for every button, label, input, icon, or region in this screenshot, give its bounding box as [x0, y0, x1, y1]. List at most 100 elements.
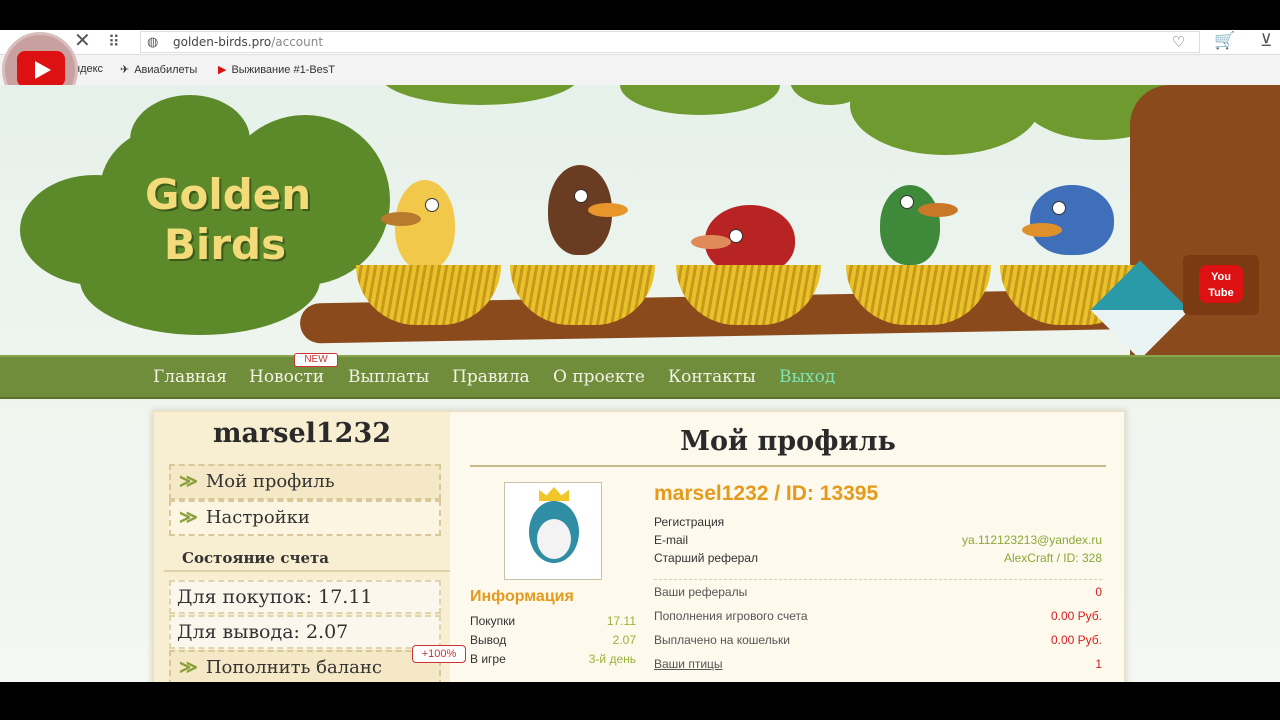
- tree-canopy: [380, 85, 580, 105]
- globe-icon: ◍: [147, 34, 159, 49]
- bookmark-avia[interactable]: ✈ Авиабилеты: [120, 63, 197, 76]
- topup-button[interactable]: ≫ Пополнить баланс: [169, 650, 441, 682]
- page-title: Мой профиль: [680, 426, 896, 457]
- email-row: E-mail ya.112123213@yandex.ru: [654, 533, 1102, 551]
- birds-row: Ваши птицы 1: [654, 657, 1102, 675]
- url-text: golden-birds.pro/account: [173, 35, 323, 49]
- green-bird: [880, 185, 958, 265]
- referrals-row: Ваши рефералы 0: [654, 585, 1102, 603]
- info-value: 3-й день: [588, 652, 636, 666]
- referrer-row: Старший реферал AlexCraft / ID: 328: [654, 551, 1102, 569]
- info-row-ingame: В игре 3-й день: [470, 652, 636, 670]
- brown-bird: [548, 165, 628, 255]
- info-row-withdraw: Вывод 2.07: [470, 633, 636, 651]
- bookmark-survival[interactable]: ▶ Выживание #1-BesT: [218, 63, 335, 76]
- youtube-label-1: You: [1211, 271, 1231, 283]
- your-birds-link[interactable]: Ваши птицы: [654, 657, 723, 671]
- bird-eye: [729, 229, 743, 243]
- kv-label: E-mail: [654, 533, 689, 547]
- account-status-title: Состояние счета: [182, 549, 329, 567]
- info-label: В игре: [470, 652, 506, 666]
- double-chevron-icon: ≫: [179, 471, 198, 492]
- info-label: Покупки: [470, 614, 516, 628]
- url-path: /account: [271, 35, 324, 49]
- bookmark-label: Выживание #1-BesT: [231, 64, 336, 76]
- menu-rules[interactable]: Правила: [452, 367, 530, 387]
- menu-logout[interactable]: Выход: [779, 367, 835, 387]
- sidebar-item-label: Мой профиль: [205, 471, 335, 492]
- bird-beak: [1022, 223, 1062, 237]
- airplane-icon: ✈: [120, 64, 130, 76]
- bookmark-label: Авиабилеты: [134, 64, 198, 76]
- kv-label: Старший реферал: [654, 551, 758, 565]
- site-logo[interactable]: Golden Birds: [145, 170, 312, 270]
- info-label: Вывод: [470, 633, 507, 647]
- bird-beak: [381, 212, 421, 226]
- new-badge: NEW: [294, 353, 338, 367]
- topup-label: Пополнить баланс: [205, 657, 382, 678]
- profile-main: Мой профиль Информация Покупки 17.11 Выво…: [450, 412, 1126, 682]
- balance-purchases: Для покупок: 17.11: [169, 580, 441, 614]
- info-row-purchases: Покупки 17.11: [470, 614, 636, 632]
- profile-name-id: marsel1232 / ID: 13395: [654, 482, 879, 505]
- penguin-belly: [537, 519, 571, 559]
- email-value: ya.112123213@yandex.ru: [961, 533, 1102, 547]
- divider: [654, 579, 1102, 580]
- tree-canopy: [850, 85, 1040, 155]
- bird-eye: [900, 195, 914, 209]
- browser-chrome: ✕ ⠿ ◍ golden-birds.pro/account ♡ 🛒 ⊻ нде…: [0, 30, 1280, 85]
- play-icon: [35, 61, 51, 79]
- bird-beak: [588, 203, 628, 217]
- sidebar-username: marsel1232: [212, 418, 392, 449]
- website: Golden Birds You Tube Главная Новости Выпл…: [0, 85, 1280, 682]
- screen-top-bar: [0, 0, 1280, 30]
- logo-line-2: Birds: [163, 220, 287, 269]
- download-icon[interactable]: ⊻: [1260, 31, 1272, 51]
- site-header: Golden Birds You Tube: [0, 85, 1280, 365]
- birds-value: 1: [1095, 657, 1102, 671]
- menu-contacts[interactable]: Контакты: [668, 367, 756, 387]
- youtube-button[interactable]: You Tube: [1183, 255, 1259, 315]
- taskbar: [0, 682, 1280, 720]
- main-menu: Главная Новости Выплаты Правила О проект…: [0, 355, 1280, 399]
- referrer-value: AlexCraft / ID: 328: [1003, 551, 1102, 565]
- paid-row: Выплачено на кошельки 0.00 Руб.: [654, 633, 1102, 651]
- address-row: ✕ ⠿ ◍ golden-birds.pro/account ♡ 🛒 ⊻: [0, 30, 1280, 55]
- bookmark-label: ндекс: [74, 63, 104, 75]
- address-bar[interactable]: ◍ golden-birds.pro/account: [140, 31, 1200, 53]
- menu-home[interactable]: Главная: [153, 367, 227, 387]
- apps-grid-icon[interactable]: ⠿: [108, 32, 120, 52]
- divider: [470, 465, 1106, 467]
- bird-eye: [425, 198, 439, 212]
- menu-news[interactable]: Новости: [249, 367, 324, 387]
- menu-about[interactable]: О проекте: [553, 367, 645, 387]
- yellow-bird: [381, 180, 455, 270]
- youtube-label-2: Tube: [1208, 287, 1234, 299]
- divider: [164, 570, 450, 572]
- sidebar-item-profile[interactable]: ≫ Мой профиль: [169, 464, 441, 500]
- kv-label: Регистрация: [654, 515, 725, 529]
- bird-beak: [691, 235, 731, 249]
- heart-icon[interactable]: ♡: [1172, 33, 1185, 51]
- double-chevron-icon: ≫: [179, 657, 198, 678]
- paid-value: 0.00 Руб.: [1050, 633, 1102, 647]
- youtube-icon: You Tube: [1199, 265, 1243, 303]
- cart-icon[interactable]: 🛒: [1214, 31, 1235, 51]
- bookmark-yandex[interactable]: ндекс: [74, 63, 103, 75]
- youtube-icon: ▶: [218, 64, 227, 76]
- referrals-value: 0: [1095, 585, 1102, 599]
- logo-line-1: Golden: [145, 170, 312, 219]
- crown-icon: [539, 487, 569, 501]
- close-icon[interactable]: ✕: [74, 31, 91, 51]
- double-chevron-icon: ≫: [179, 507, 198, 528]
- blue-bird: [1022, 185, 1114, 255]
- kv-label: Пополнения игрового счета: [654, 609, 808, 623]
- bird-eye: [574, 189, 588, 203]
- avatar: [504, 482, 602, 580]
- kv-label: Выплачено на кошельки: [654, 633, 790, 647]
- sidebar-item-settings[interactable]: ≫ Настройки: [169, 500, 441, 536]
- sidebar-item-label: Настройки: [205, 507, 310, 528]
- menu-payouts[interactable]: Выплаты: [348, 367, 429, 387]
- deposits-value: 0.00 Руб.: [1050, 609, 1102, 623]
- bird-eye: [1052, 201, 1066, 215]
